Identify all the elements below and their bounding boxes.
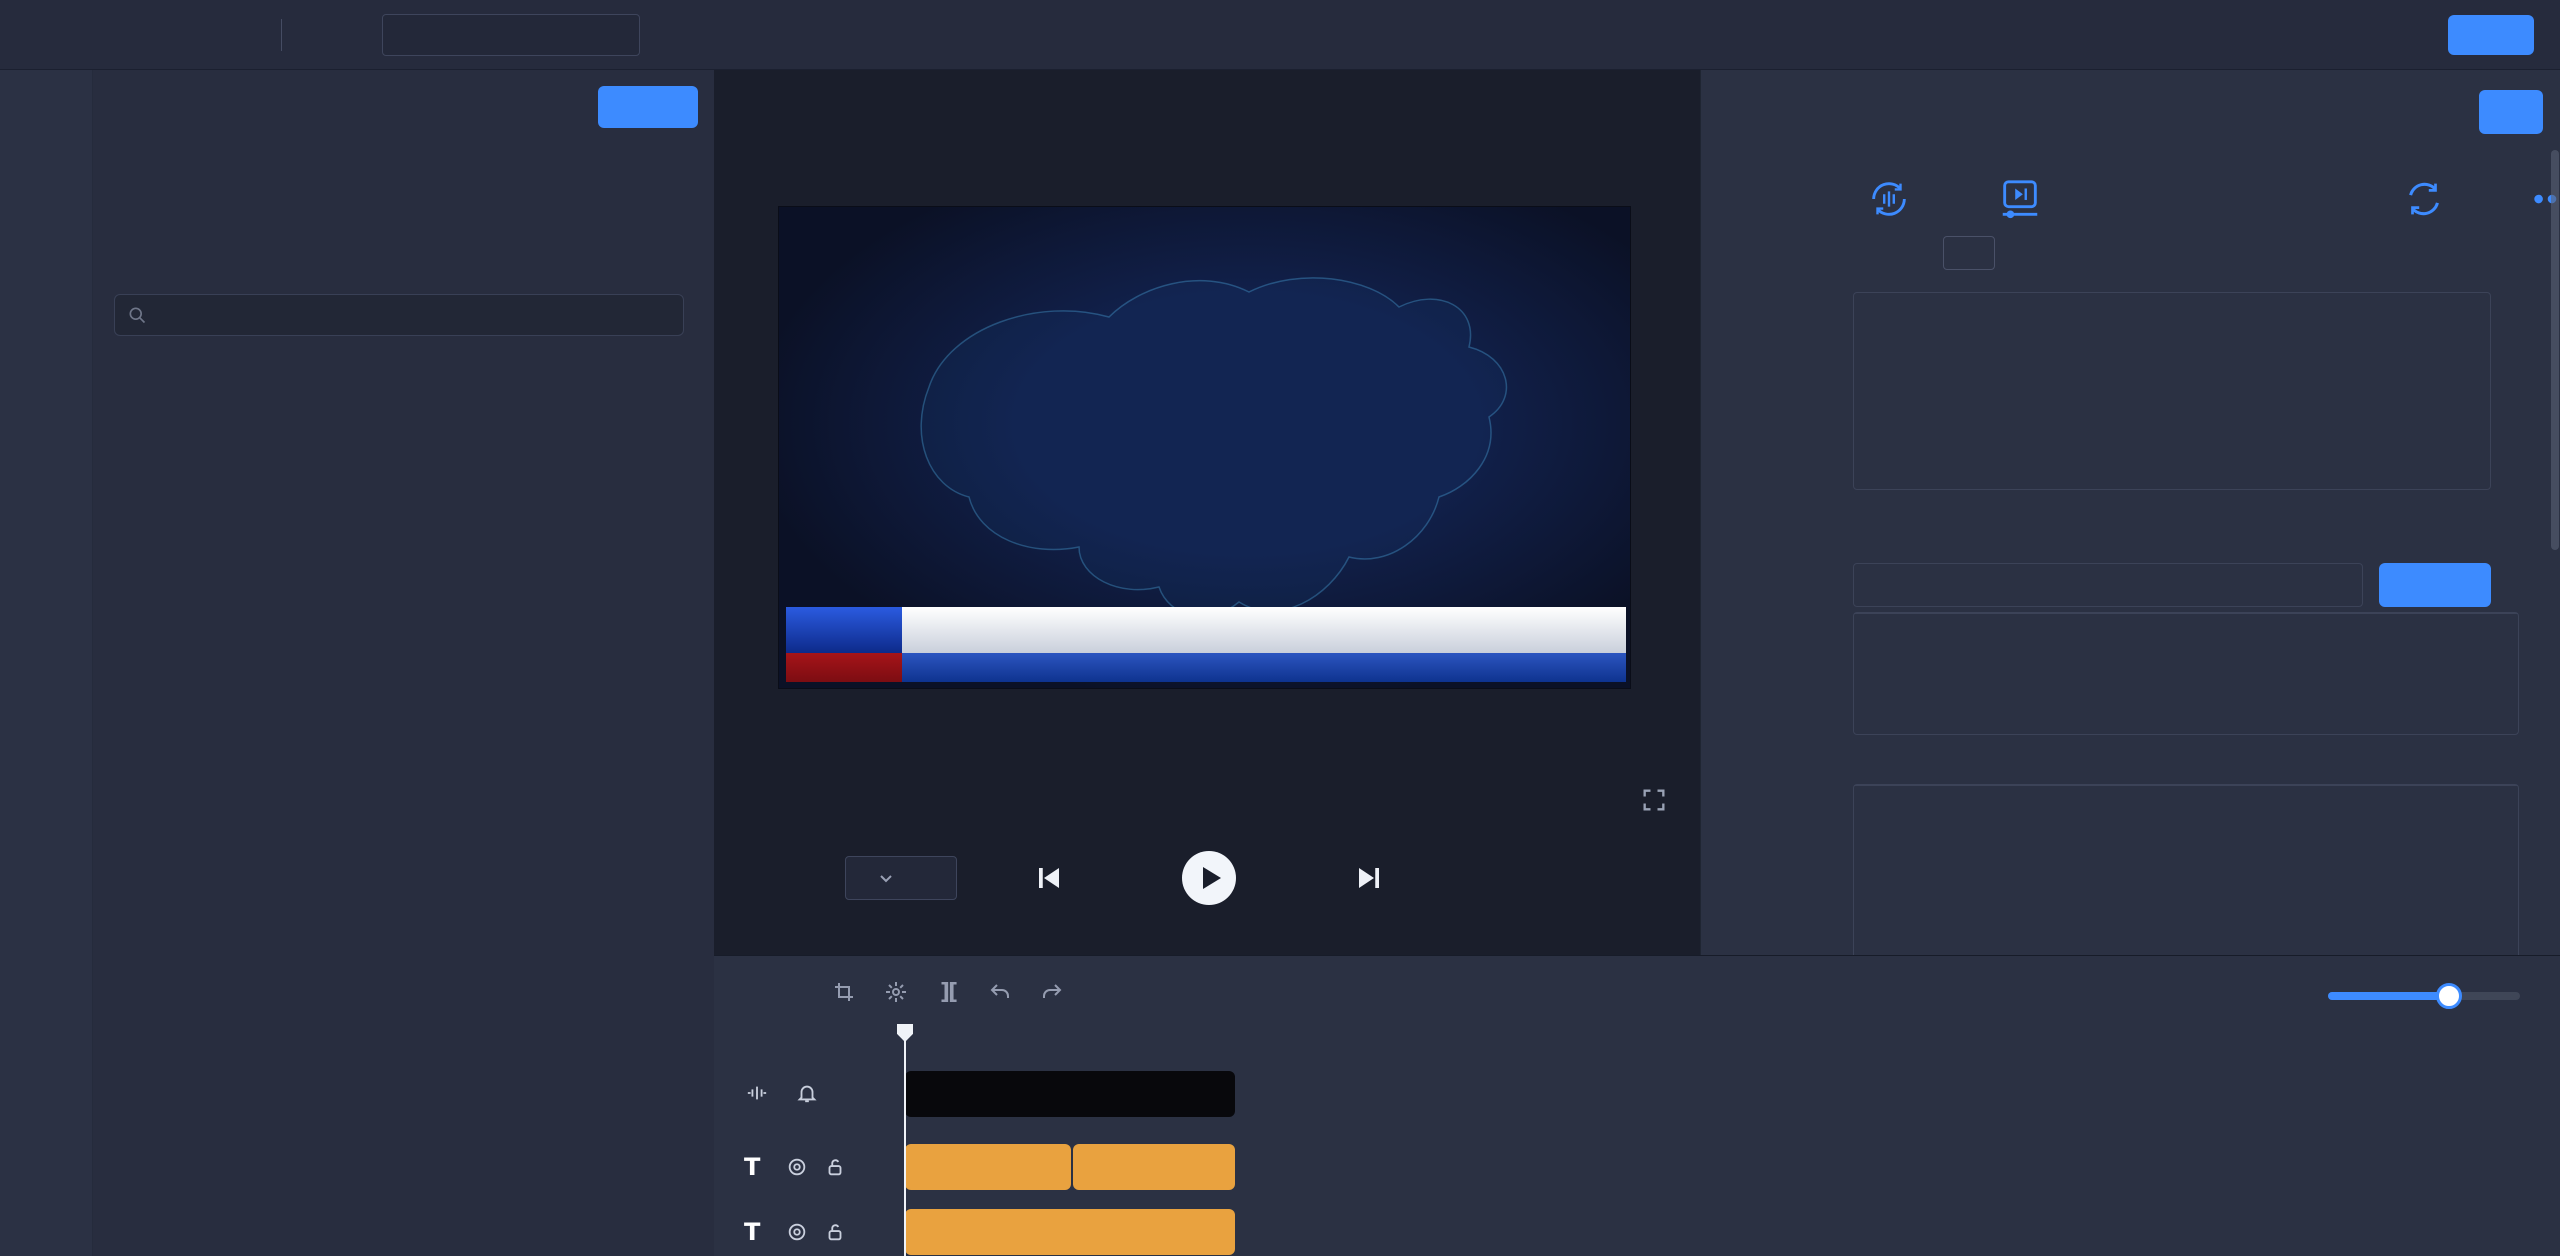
- audio-track-header: [744, 1080, 820, 1106]
- audio-clip[interactable]: [905, 1071, 1235, 1117]
- text-track-icon: T: [744, 1153, 761, 1181]
- text-track1-header: T: [744, 1153, 848, 1181]
- video-preview[interactable]: [779, 207, 1630, 688]
- pause-seconds-input[interactable]: [1943, 236, 1995, 270]
- text-clip[interactable]: [905, 1144, 1071, 1190]
- previous-frame-button[interactable]: [1034, 863, 1064, 893]
- voice-avatar-list: [1854, 786, 2518, 810]
- caption-headline: [902, 607, 1626, 653]
- chevron-down-icon: [880, 875, 892, 883]
- script-textarea[interactable]: [1853, 292, 2491, 490]
- playhead-line: [904, 1027, 906, 1256]
- voice-config-box: [1853, 784, 2519, 955]
- undo-icon[interactable]: [986, 978, 1014, 1006]
- recommend-button[interactable]: [2479, 90, 2543, 134]
- audio-waveform-icon: [744, 1080, 770, 1106]
- digits-tool[interactable]: [2121, 170, 2201, 184]
- top-bar: [0, 0, 2560, 70]
- burst-icon[interactable]: [882, 978, 910, 1006]
- timeline-toolbar: ][: [830, 978, 1066, 1006]
- news-caption: [786, 607, 1626, 682]
- visibility-icon[interactable]: [784, 1154, 810, 1180]
- panel-scrollbar[interactable]: [2551, 150, 2559, 550]
- template-search[interactable]: [114, 294, 684, 336]
- convert-icon: [2369, 170, 2479, 228]
- caption-badges: [786, 607, 902, 682]
- timeline-panel: ][ T T: [714, 955, 2560, 1256]
- text-track2-header: T: [744, 1218, 848, 1246]
- text-track-icon: T: [744, 1218, 761, 1246]
- unlock-icon[interactable]: [822, 1154, 848, 1180]
- caption-subheadline: [902, 653, 1626, 682]
- redo-icon[interactable]: [1038, 978, 1066, 1006]
- content-panel-tabs: [1744, 95, 1770, 107]
- sidebar: [0, 70, 93, 1256]
- visibility-icon[interactable]: [784, 1219, 810, 1245]
- crop-icon[interactable]: [830, 978, 858, 1006]
- category-tab-other[interactable]: [122, 192, 130, 202]
- unlock-icon[interactable]: [822, 1219, 848, 1245]
- template-search-input[interactable]: [157, 303, 671, 327]
- mode-buttons: [1854, 614, 2518, 658]
- split-bracket-icon[interactable]: ][: [934, 978, 962, 1006]
- slider-thumb[interactable]: [2436, 983, 2462, 1009]
- compose-button[interactable]: [2448, 15, 2534, 55]
- pause-icon: [1935, 170, 2105, 228]
- extract-title-button[interactable]: [2379, 563, 2491, 607]
- slider-fill: [2328, 992, 2449, 1000]
- fullscreen-icon[interactable]: [1640, 786, 1668, 814]
- text-clip[interactable]: [905, 1209, 1235, 1255]
- next-frame-button[interactable]: [1354, 863, 1384, 893]
- caption-text-block: [902, 607, 1626, 682]
- bell-icon[interactable]: [794, 1080, 820, 1106]
- recommend-config-box: [1853, 612, 2519, 735]
- text-clip[interactable]: [1073, 1144, 1235, 1190]
- video-title-input[interactable]: [1853, 563, 2363, 607]
- search-icon: [129, 307, 146, 324]
- pause-control: [1935, 236, 2105, 270]
- template-panel: [93, 70, 714, 1256]
- timeline-ruler[interactable]: [905, 1027, 2560, 1067]
- content-panel: [1700, 70, 2560, 955]
- play-button[interactable]: [1182, 851, 1236, 905]
- breath-icon: [1849, 170, 1929, 228]
- batch-select-button[interactable]: [598, 86, 698, 128]
- smart-video-app: ][ T T: [0, 0, 2560, 1256]
- preview-stage: [714, 70, 1700, 955]
- pause-tool: [1935, 170, 2105, 270]
- project-name-input[interactable]: [382, 14, 640, 56]
- topbar-divider: [281, 19, 282, 51]
- play-icon: [1202, 867, 1221, 889]
- transport-controls: [1034, 850, 1384, 906]
- aspect-ratio-select[interactable]: [845, 856, 957, 900]
- convert-text-tool[interactable]: [2369, 170, 2479, 242]
- timeline-zoom-slider[interactable]: [2328, 983, 2520, 1009]
- date-badge: [786, 653, 902, 682]
- breath-tool[interactable]: [1849, 170, 1929, 242]
- brand-badge: [786, 607, 902, 653]
